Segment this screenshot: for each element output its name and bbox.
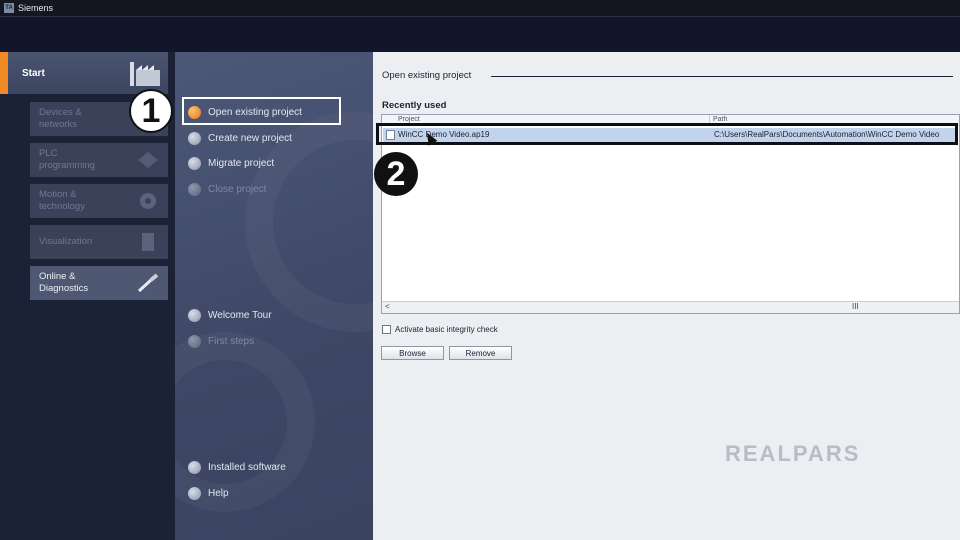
action-close-project[interactable]: Close project (188, 181, 266, 197)
action-label: Installed software (208, 461, 286, 473)
callout-badge-2: 2 (374, 152, 418, 196)
realpars-watermark: REALPARS (725, 441, 861, 466)
browse-button[interactable]: Browse (381, 346, 444, 360)
action-label: Welcome Tour (208, 309, 272, 321)
nav-start-label: Start (22, 67, 45, 79)
top-band (0, 16, 960, 52)
callout-badge-1: 1 (129, 89, 173, 133)
action-panel: Open existing project Create new project… (175, 52, 373, 540)
action-migrate-project[interactable]: Migrate project (188, 155, 274, 171)
screwdriver-icon (137, 273, 159, 293)
column-header-path[interactable]: Path (713, 116, 727, 123)
integrity-check-label: Activate basic integrity check (395, 325, 498, 334)
section-divider (491, 76, 953, 77)
action-label: Create new project (208, 132, 292, 144)
monitor-icon (142, 233, 154, 251)
radio-icon (188, 156, 201, 170)
radio-icon (188, 334, 201, 348)
radio-icon (188, 182, 201, 196)
radio-icon (188, 486, 201, 500)
action-label: Help (208, 487, 229, 499)
action-label: Close project (208, 183, 267, 195)
section-title: Open existing project (382, 70, 472, 81)
nav-visualization[interactable]: Visualization (30, 225, 168, 259)
action-create-new-project[interactable]: Create new project (188, 130, 292, 146)
nav-plc-programming[interactable]: PLC programming (30, 143, 168, 177)
remove-button[interactable]: Remove (449, 346, 512, 360)
recently-used-label: Recently used (382, 100, 447, 111)
window-titlebar: TA Siemens (0, 0, 960, 16)
radio-icon (188, 460, 201, 474)
radio-icon (188, 308, 201, 322)
nav-online-diagnostics[interactable]: Online & Diagnostics (30, 266, 168, 300)
horizontal-scrollbar[interactable]: < III (382, 301, 959, 313)
checkbox[interactable] (382, 325, 391, 334)
row-highlight-box (376, 123, 958, 145)
column-header-project[interactable]: Project (398, 116, 420, 123)
selection-highlight-box (182, 97, 341, 125)
scroll-thumb[interactable]: III (852, 302, 859, 311)
scroll-left-icon[interactable]: < (385, 302, 390, 311)
action-welcome-tour[interactable]: Welcome Tour (188, 307, 272, 323)
action-installed-software[interactable]: Installed software (188, 459, 286, 475)
action-label: First steps (208, 335, 255, 347)
plc-icon (138, 152, 158, 168)
integrity-check[interactable]: Activate basic integrity check (382, 325, 498, 334)
action-first-steps[interactable]: First steps (188, 333, 254, 349)
app-logo-icon: TA (4, 3, 14, 13)
gear-icon (140, 193, 156, 209)
action-help[interactable]: Help (188, 485, 229, 501)
radio-icon (188, 131, 201, 145)
nav-start[interactable]: Start (0, 52, 168, 94)
action-label: Migrate project (208, 157, 275, 169)
nav-motion-technology[interactable]: Motion & technology (30, 184, 168, 218)
factory-icon (130, 62, 160, 86)
window-title: Siemens (18, 3, 54, 13)
